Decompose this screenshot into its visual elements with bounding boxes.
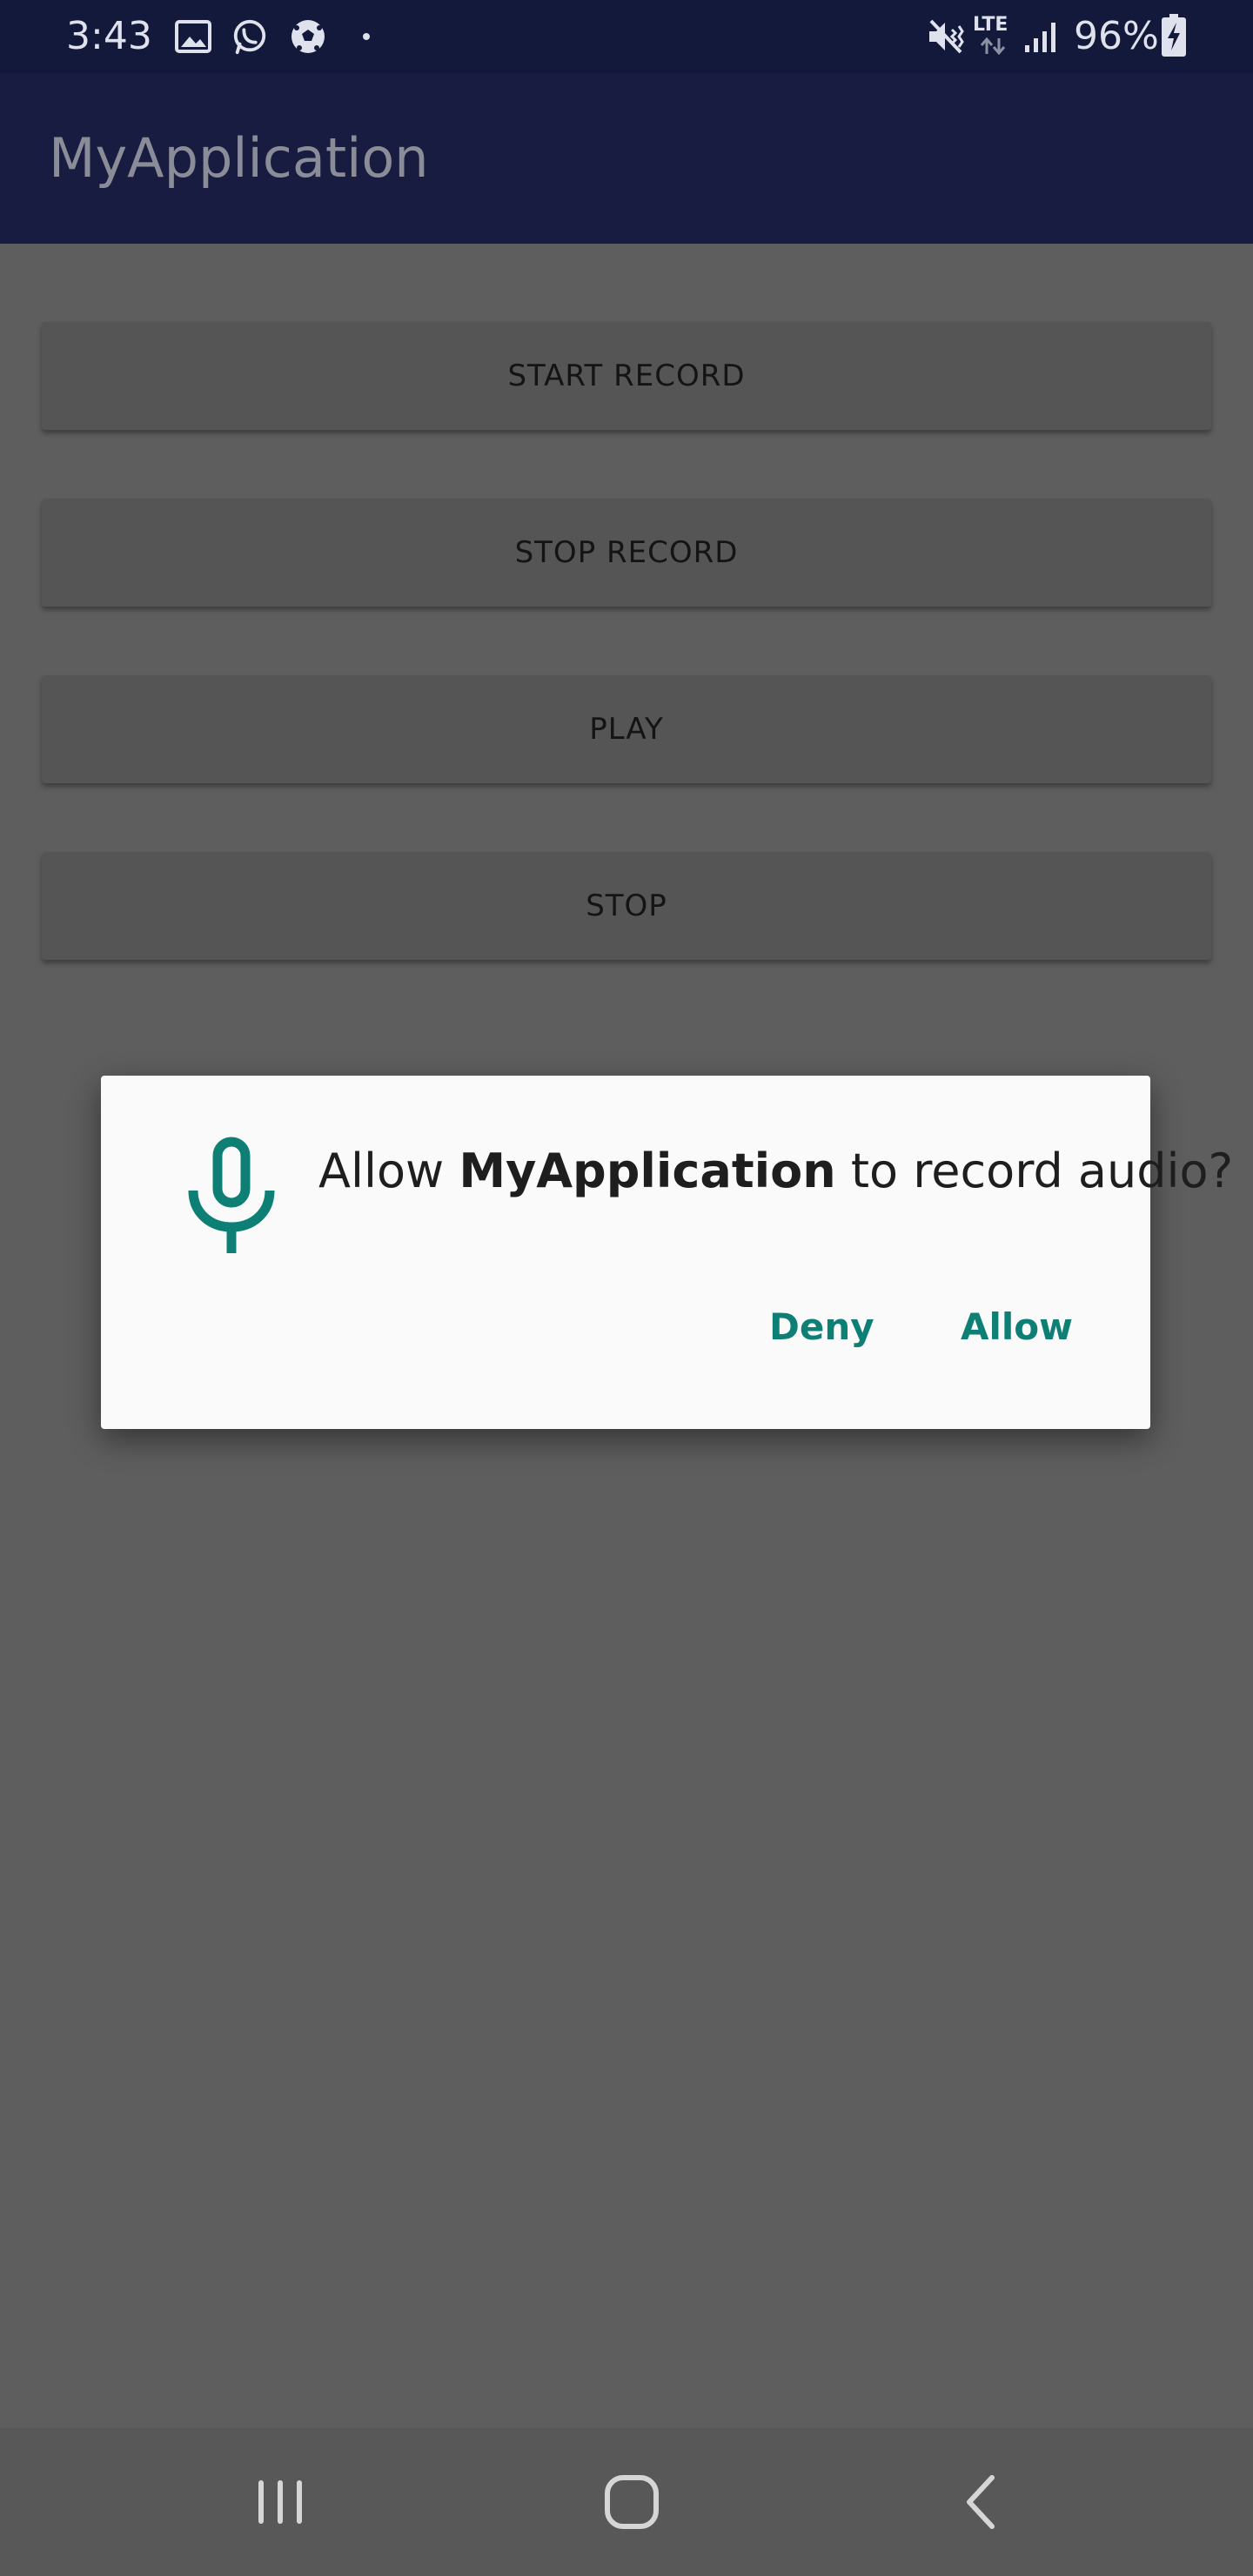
dialog-message-prefix: Allow <box>318 1144 459 1198</box>
app-title: MyApplication <box>49 126 429 190</box>
gallery-icon <box>175 20 211 53</box>
lte-icon: LTE <box>973 14 1015 56</box>
battery-percent: 96% <box>1074 14 1159 58</box>
back-icon[interactable] <box>948 2467 1018 2537</box>
home-icon[interactable] <box>597 2467 667 2537</box>
deny-button[interactable]: Deny <box>759 1290 885 1363</box>
start-record-button[interactable]: START RECORD <box>42 322 1211 430</box>
dot-icon <box>363 33 370 40</box>
play-button[interactable]: PLAY <box>42 675 1211 783</box>
stop-record-button[interactable]: STOP RECORD <box>42 499 1211 607</box>
dialog-message: Allow MyApplication to record audio? <box>318 1137 1233 1206</box>
mute-vibrate-icon <box>929 19 964 54</box>
status-bar: 3:43 LTE 96% <box>0 0 1253 73</box>
status-time: 3:43 <box>66 14 152 58</box>
signal-icon <box>1025 23 1055 52</box>
network-type: LTE <box>973 14 1008 36</box>
recent-apps-icon[interactable] <box>245 2467 315 2537</box>
whatsapp-icon <box>233 19 266 55</box>
app-bar: MyApplication <box>0 73 1253 244</box>
soccer-ball-icon <box>291 20 325 53</box>
microphone-icon <box>188 1137 275 1253</box>
permission-dialog: Allow MyApplication to record audio? Den… <box>101 1076 1233 1429</box>
stop-button[interactable]: STOP <box>42 852 1211 960</box>
dialog-message-app-name: MyApplication <box>459 1144 836 1198</box>
battery-charging-icon <box>1162 14 1186 57</box>
navigation-bar <box>0 2428 1253 2576</box>
dialog-message-suffix: to record audio? <box>835 1144 1234 1198</box>
allow-button[interactable]: Allow <box>950 1290 1083 1363</box>
